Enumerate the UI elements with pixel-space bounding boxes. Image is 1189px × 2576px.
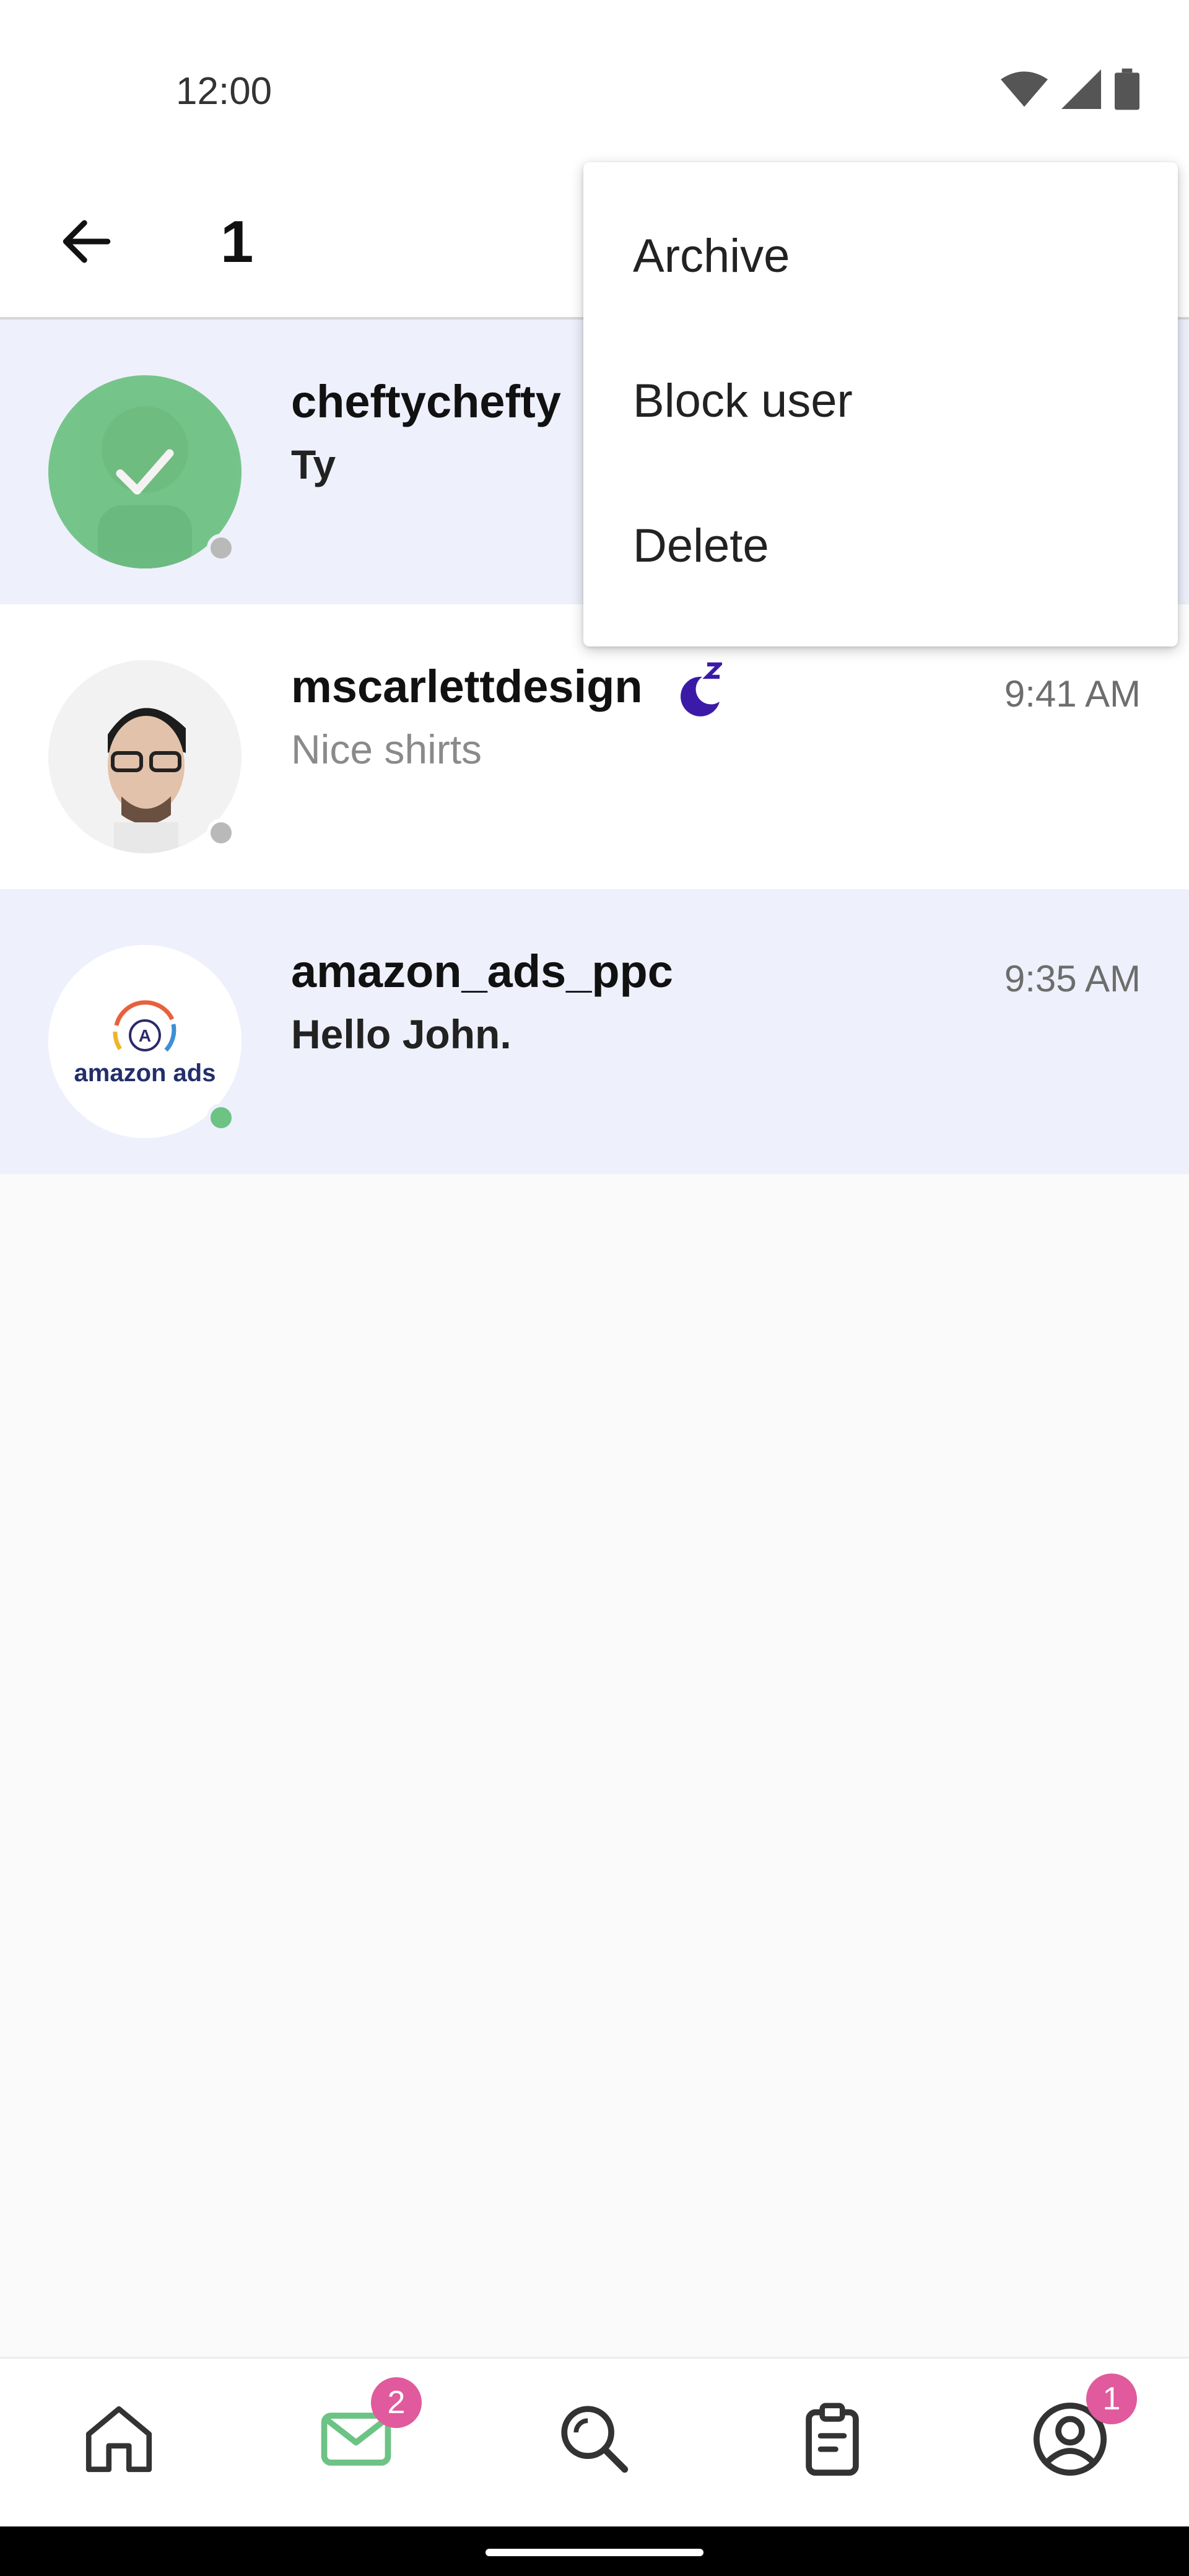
- nav-messages[interactable]: 2: [313, 2377, 422, 2482]
- check-icon: [116, 449, 174, 495]
- bottom-navigation: 2 1: [0, 2357, 1189, 2526]
- conversation-row[interactable]: mscarlettdesign 9:41 AM Nice shirts: [0, 604, 1189, 889]
- search-icon: [561, 2406, 629, 2473]
- nav-orders[interactable]: [789, 2396, 876, 2482]
- conversation-time: 9:35 AM: [1004, 958, 1141, 999]
- home-gesture-pill[interactable]: [486, 2549, 703, 2556]
- offline-status-dot: [207, 534, 235, 562]
- svg-text:amazon ads: amazon ads: [74, 1060, 216, 1087]
- battery-icon: [1115, 68, 1139, 110]
- conversation-row[interactable]: A amazon ads amazon_ads_ppc 9:35 AM Hell…: [0, 889, 1189, 1174]
- offline-status-dot: [207, 819, 235, 847]
- moon-sleep-icon: [681, 662, 722, 716]
- conversation-name: mscarlettdesign: [291, 661, 643, 712]
- nav-home[interactable]: [76, 2396, 162, 2482]
- nav-search[interactable]: [551, 2396, 638, 2482]
- arrow-left-icon: [63, 220, 111, 263]
- back-button[interactable]: [50, 204, 124, 279]
- nav-profile[interactable]: 1: [1027, 2374, 1137, 2482]
- online-status-dot: [207, 1103, 235, 1132]
- menu-item-archive[interactable]: Archive: [633, 229, 790, 283]
- menu-item-delete[interactable]: Delete: [633, 519, 769, 573]
- svg-text:A: A: [139, 1026, 151, 1045]
- conversation-name: cheftychefty: [291, 376, 561, 427]
- selected-count: 1: [220, 209, 254, 275]
- system-gesture-bar: [0, 2526, 1189, 2576]
- conversation-preview: Ty: [291, 442, 336, 487]
- status-icons: [1001, 68, 1139, 110]
- status-bar: 12:00: [0, 0, 1189, 161]
- home-icon: [85, 2406, 152, 2473]
- conversation-preview: Nice shirts: [291, 726, 482, 772]
- wifi-icon: [1001, 71, 1048, 107]
- conversation-preview: Hello John.: [291, 1011, 512, 1057]
- messages-badge: 2: [371, 2377, 422, 2428]
- profile-badge: 1: [1086, 2374, 1137, 2424]
- overflow-menu: Archive Block user Delete: [583, 162, 1178, 646]
- clipboard-icon: [806, 2403, 859, 2476]
- status-time: 12:00: [176, 70, 272, 113]
- menu-item-block-user[interactable]: Block user: [633, 374, 853, 428]
- conversation-name: amazon_ads_ppc: [291, 946, 673, 997]
- conversation-time: 9:41 AM: [1004, 673, 1141, 715]
- cell-signal-icon: [1061, 69, 1101, 109]
